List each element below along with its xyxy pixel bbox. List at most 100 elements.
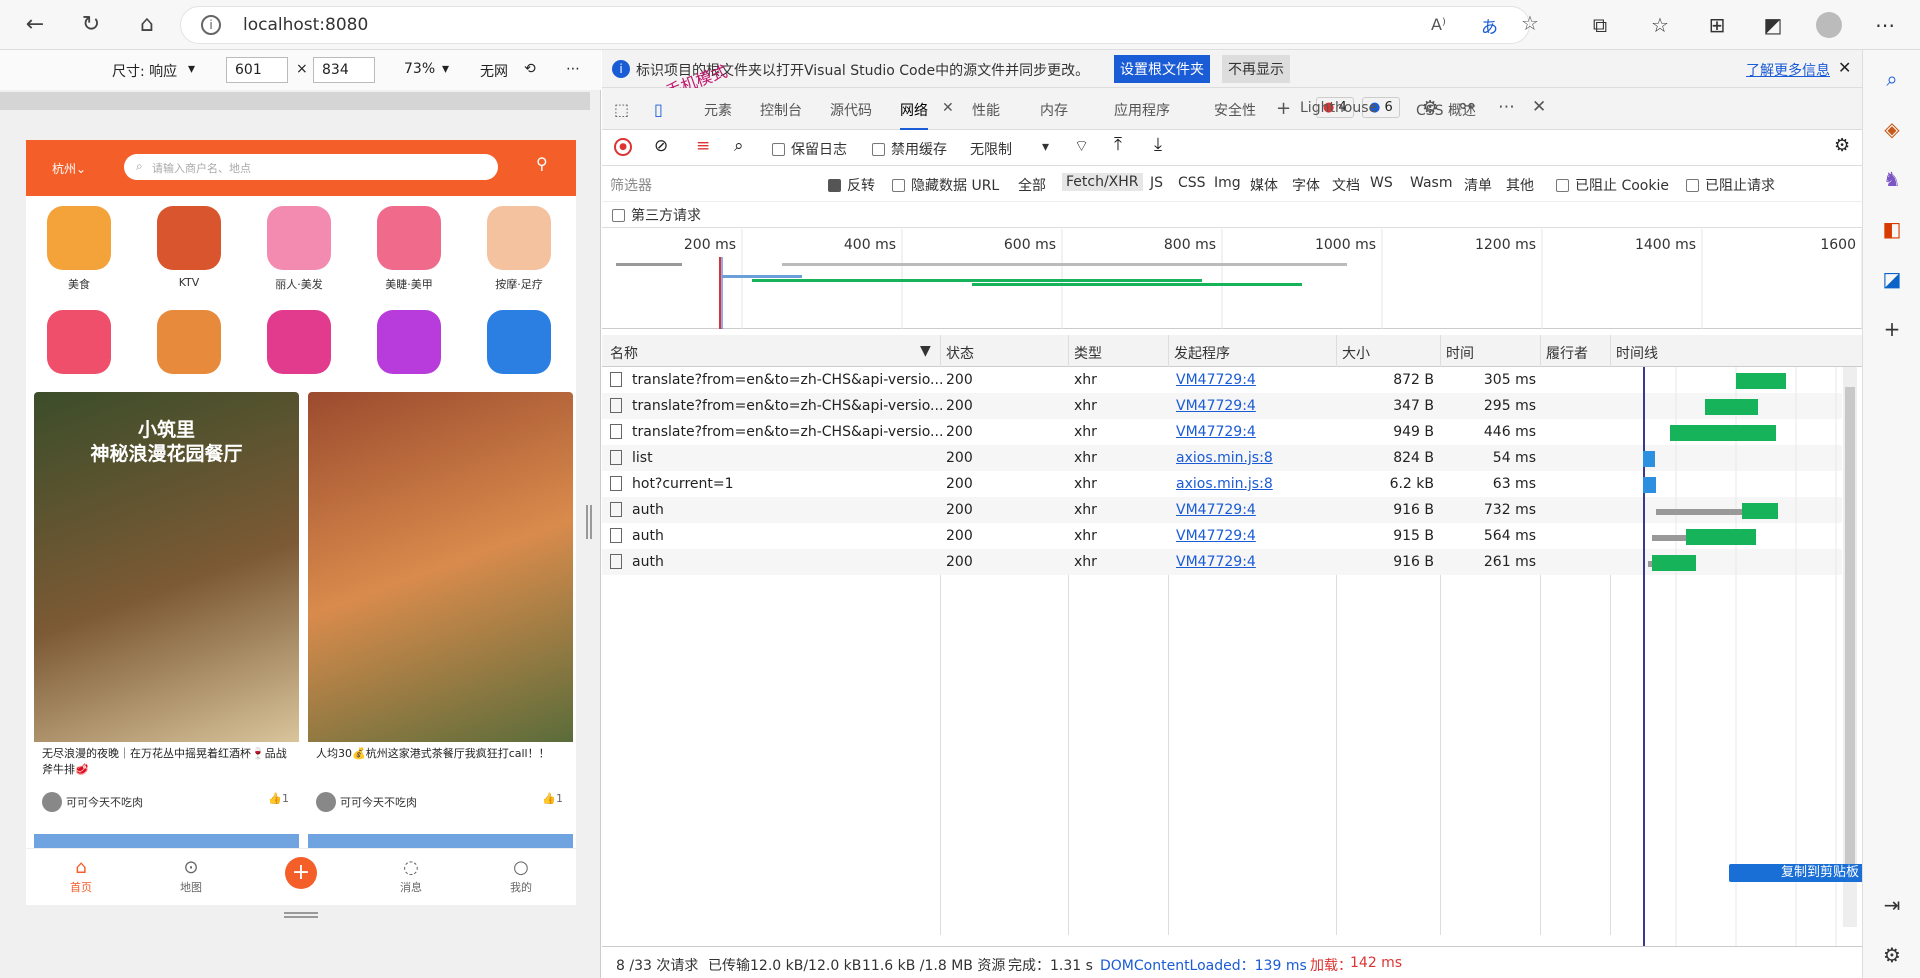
rotate-icon[interactable]: ⟲ [524, 61, 536, 77]
scrollbar-track[interactable] [1843, 367, 1857, 927]
like-count[interactable]: 👍1 [542, 792, 563, 805]
third-party-checkbox[interactable]: 第三方请求 [612, 205, 701, 225]
clear-icon[interactable]: ⊘ [654, 136, 668, 156]
request-initiator[interactable]: axios.min.js:8 [1176, 476, 1273, 492]
inspect-icon[interactable]: ⬚ [614, 100, 629, 119]
sidebar-collapse-icon[interactable]: ⇥ [1877, 890, 1907, 920]
type-filter-7[interactable]: 文档 [1332, 175, 1360, 195]
tab-1[interactable]: 控制台 [760, 100, 802, 120]
device-toggle-icon[interactable]: ▯ [654, 100, 663, 119]
tab-8[interactable]: Lighthouse [1300, 100, 1377, 116]
back-icon[interactable]: ← [20, 10, 50, 40]
profile-avatar[interactable] [1816, 12, 1842, 38]
extensions-icon[interactable]: ⧉ [1585, 10, 1615, 40]
disable-cache-checkbox[interactable]: 禁用缓存 [872, 139, 947, 159]
type-filter-0[interactable]: 全部 [1018, 175, 1046, 195]
type-filter-1[interactable]: Fetch/XHR [1062, 173, 1143, 191]
shopping-icon[interactable]: ◈ [1877, 114, 1907, 144]
tab-item[interactable]: ⊙ 地图 [161, 857, 221, 895]
tab-6[interactable]: 应用程序 [1114, 100, 1170, 120]
outlook-icon[interactable]: ◪ [1877, 264, 1907, 294]
filter-input[interactable]: 筛选器 [610, 175, 810, 195]
request-initiator[interactable]: VM47729:4 [1176, 502, 1256, 518]
overview-timeline[interactable]: 200 ms 400 ms 600 ms 800 ms 1000 ms 1200 ms 14… [602, 229, 1863, 329]
add-post-icon[interactable]: + [285, 857, 317, 889]
export-har-icon[interactable]: ⤓ [1154, 134, 1162, 155]
column-header-7[interactable]: 时间线 [1616, 343, 1658, 363]
type-filter-9[interactable]: Wasm [1410, 175, 1452, 191]
tab-2[interactable]: 源代码 [830, 100, 872, 120]
blocked-cookies-checkbox[interactable]: 已阻止 Cookie [1556, 175, 1669, 195]
tab-9[interactable]: CSS 概述 [1416, 100, 1476, 120]
tab-item[interactable]: ○ 我的 [491, 857, 551, 895]
hide-data-url-checkbox[interactable]: 隐藏数据 URL [892, 175, 999, 195]
request-name[interactable]: hot?current=1 [632, 476, 942, 492]
home-icon[interactable]: ⌂ [132, 10, 162, 40]
tools-icon[interactable]: ♞ [1877, 164, 1907, 194]
translate-icon[interactable]: あ [1481, 13, 1498, 38]
feed-card[interactable]: 小筑里 神秘浪漫花园餐厅 无尽浪漫的夜晚｜在万花丛中摇晃着红酒杯🍷品战斧牛排🥩 可可… [34, 392, 299, 824]
tab-4[interactable]: 性能 [972, 100, 1000, 120]
close-icon[interactable]: ✕ [1838, 58, 1851, 77]
request-name[interactable]: auth [632, 554, 942, 570]
column-header-0[interactable]: 名称 [610, 343, 638, 363]
preserve-log-checkbox[interactable]: 保留日志 [772, 139, 847, 159]
type-filter-5[interactable]: 媒体 [1250, 175, 1278, 195]
blocked-requests-checkbox[interactable]: 已阻止请求 [1686, 175, 1775, 195]
type-filter-11[interactable]: 其他 [1506, 175, 1534, 195]
filter-icon[interactable]: ≡ [696, 136, 710, 156]
import-har-icon[interactable]: ⤒ [1114, 134, 1122, 155]
sort-arrow-icon[interactable]: ▼ [920, 343, 931, 359]
learn-more-link[interactable]: 了解更多信息 [1746, 60, 1830, 80]
close-tab-icon[interactable]: ✕ [942, 100, 954, 116]
type-filter-6[interactable]: 字体 [1292, 175, 1320, 195]
refresh-icon[interactable]: ↻ [76, 10, 106, 40]
resize-handle[interactable] [284, 912, 318, 918]
chevron-down-icon[interactable]: ▾ [442, 61, 449, 77]
record-icon[interactable]: ● [614, 138, 632, 156]
search-icon[interactable]: ⌕ [1877, 64, 1907, 94]
close-devtools-icon[interactable]: ✕ [1532, 97, 1546, 117]
network-conditions-icon[interactable]: ⌔ [1074, 136, 1089, 156]
request-initiator[interactable]: VM47729:4 [1176, 398, 1256, 414]
request-name[interactable]: translate?from=en&to=zh-CHS&api-versio..… [632, 398, 942, 414]
edge-bar-icon[interactable]: ◩ [1758, 10, 1788, 40]
width-input[interactable]: 601 [226, 57, 288, 83]
set-root-folder-button[interactable]: 设置根文件夹 [1114, 55, 1210, 83]
more-options-icon[interactable]: ⋯ [1498, 97, 1515, 117]
chevron-down-icon[interactable]: ▾ [1042, 139, 1049, 155]
search-icon[interactable]: ⌕ [734, 136, 744, 156]
read-aloud-icon[interactable]: A⁾ [1431, 15, 1446, 34]
request-name[interactable]: auth [632, 502, 942, 518]
column-header-3[interactable]: 发起程序 [1174, 343, 1230, 363]
request-name[interactable]: list [632, 450, 942, 466]
size-mode-label[interactable]: 尺寸: 响应 [112, 61, 177, 81]
throttling-select[interactable]: 无限制 [970, 139, 1012, 159]
request-initiator[interactable]: VM47729:4 [1176, 424, 1256, 440]
zoom-select[interactable]: 73% [404, 61, 435, 77]
request-name[interactable]: translate?from=en&to=zh-CHS&api-versio..… [632, 372, 942, 388]
tab-item[interactable]: + [271, 857, 331, 889]
type-filter-2[interactable]: JS [1150, 175, 1163, 191]
column-header-1[interactable]: 状态 [946, 343, 974, 363]
office-icon[interactable]: ◧ [1877, 214, 1907, 244]
tab-3[interactable]: 网络 [900, 100, 928, 130]
add-tab-icon[interactable]: + [1276, 98, 1291, 119]
scrollbar-thumb[interactable] [1845, 387, 1855, 867]
column-header-4[interactable]: 大小 [1342, 343, 1370, 363]
like-count[interactable]: 👍1 [268, 792, 289, 805]
feed-card[interactable]: 人均30💰杭州这家港式茶餐厅我疯狂打call！！ 可可今天不吃肉 👍1 [308, 392, 573, 824]
tab-7[interactable]: 安全性 [1214, 100, 1256, 120]
tab-5[interactable]: 内存 [1040, 100, 1068, 120]
network-settings-icon[interactable]: ⚙ [1834, 135, 1850, 156]
more-menu-icon[interactable]: ⋯ [1870, 10, 1900, 40]
request-name[interactable]: auth [632, 528, 942, 544]
favorite-add-icon[interactable]: ☆ [1521, 11, 1539, 35]
request-initiator[interactable]: VM47729:4 [1176, 372, 1256, 388]
request-initiator[interactable]: VM47729:4 [1176, 554, 1256, 570]
address-bar[interactable]: i localhost:8080 A⁾ あ ☆ [180, 6, 1539, 44]
invert-checkbox[interactable]: 反转 [828, 175, 875, 195]
request-initiator[interactable]: VM47729:4 [1176, 528, 1256, 544]
collections-icon[interactable]: ⊞ [1702, 10, 1732, 40]
dont-show-again-button[interactable]: 不再显示 [1222, 55, 1290, 83]
